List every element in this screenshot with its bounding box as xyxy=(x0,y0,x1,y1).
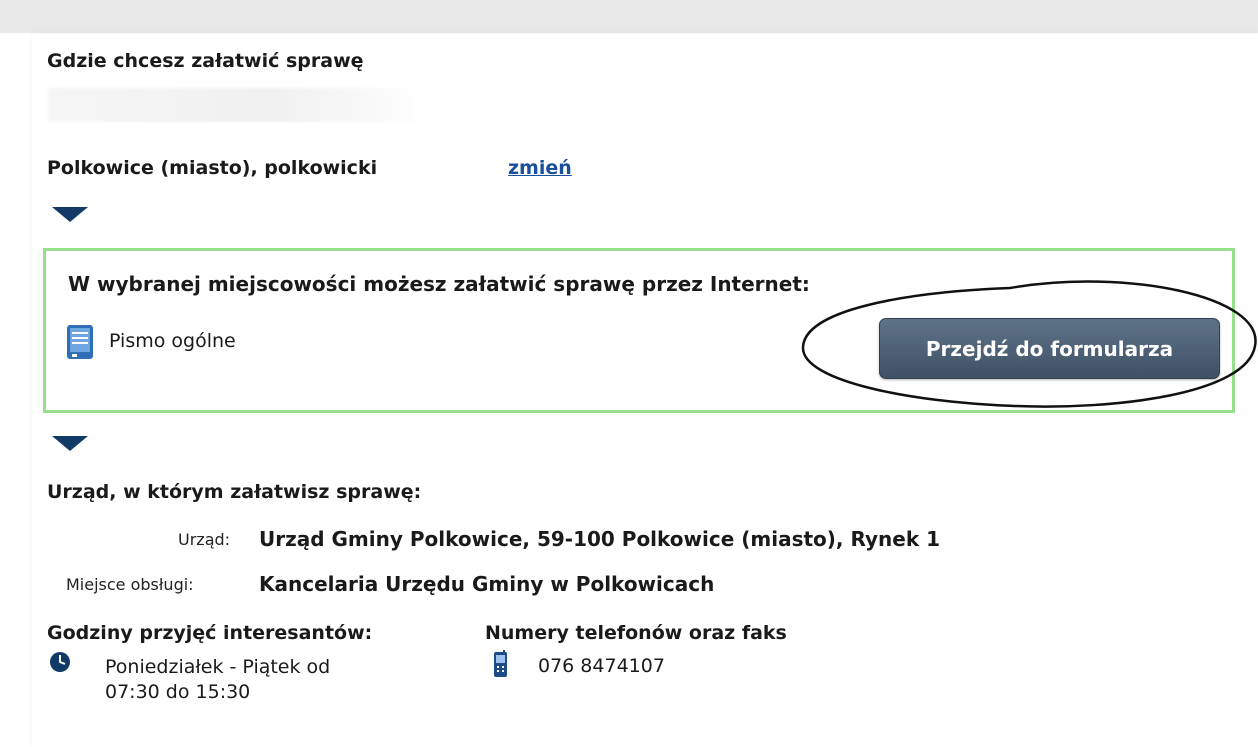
online-service-title: W wybranej miejscowości możesz załatwić … xyxy=(68,272,810,296)
where-heading: Gdzie chcesz załatwić sprawę xyxy=(47,50,364,72)
selected-location: Polkowice (miasto), polkowicki xyxy=(47,157,378,179)
service-place-label: Miejsce obsługi: xyxy=(66,575,194,594)
blurred-field xyxy=(48,88,426,122)
phones-heading: Numery telefonów oraz faks xyxy=(485,622,787,644)
clock-icon xyxy=(50,652,70,672)
office-heading: Urząd, w którym załatwisz sprawę: xyxy=(47,481,422,503)
down-arrow-icon xyxy=(52,436,88,451)
hours-heading: Godziny przyjęć interesantów: xyxy=(47,622,373,644)
office-label: Urząd: xyxy=(178,530,231,549)
down-arrow-icon xyxy=(52,207,88,222)
change-location-link[interactable]: zmień xyxy=(508,157,572,179)
document-icon xyxy=(67,325,93,359)
document-name[interactable]: Pismo ogólne xyxy=(109,330,236,352)
hours-text: Poniedziałek - Piątek od 07:30 do 15:30 xyxy=(105,656,331,703)
phone-icon xyxy=(494,650,507,677)
left-margin xyxy=(0,33,32,747)
office-value: Urząd Gminy Polkowice, 59-100 Polkowice … xyxy=(259,527,941,551)
phone-number: 076 8474107 xyxy=(538,655,665,677)
service-place-value: Kancelaria Urzędu Gminy w Polkowicach xyxy=(259,572,715,596)
highlight-ellipse xyxy=(801,280,1257,408)
